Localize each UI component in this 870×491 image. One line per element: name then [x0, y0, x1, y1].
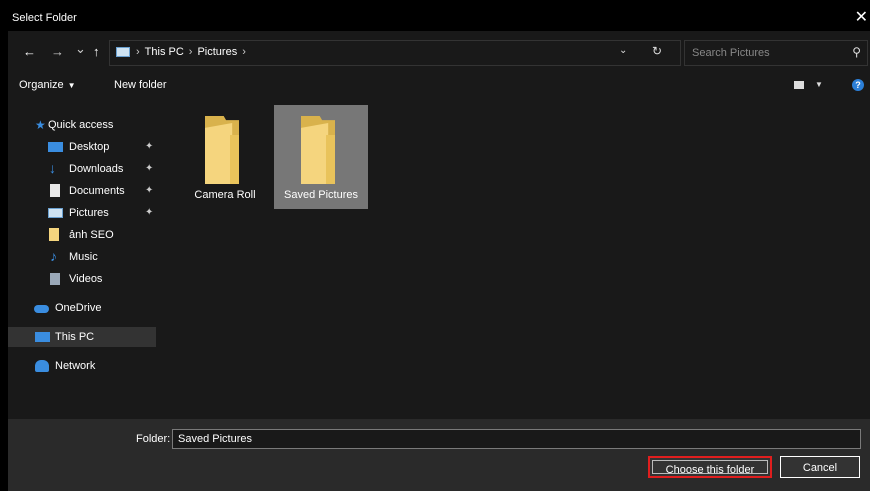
sidebar-item-label: Network — [55, 360, 96, 372]
folder-tile-saved-pictures[interactable]: Saved Pictures — [274, 105, 368, 209]
sidebar-item-desktop[interactable]: Desktop ✦ — [8, 137, 156, 157]
document-icon — [50, 184, 60, 197]
sidebar-item-label: Quick access — [48, 119, 114, 131]
breadcrumb-separator[interactable]: › — [242, 46, 246, 58]
pictures-location-icon — [116, 47, 130, 57]
star-icon: ★ — [35, 118, 46, 132]
sidebar-item-label: Desktop — [69, 141, 110, 153]
breadcrumb-separator[interactable]: › — [189, 46, 193, 58]
view-options-icon[interactable] — [794, 81, 804, 89]
sidebar-item-network[interactable]: Network — [8, 356, 156, 376]
refresh-icon[interactable]: ↻ — [652, 44, 662, 58]
view-options-caret-icon[interactable]: ▼ — [815, 80, 823, 89]
help-icon[interactable]: ? — [852, 79, 864, 91]
organize-menu-button[interactable]: Organize ▼ — [19, 79, 76, 91]
breadcrumb: › This PC › Pictures › — [136, 46, 251, 58]
sidebar-item-this-pc[interactable]: This PC — [8, 327, 156, 347]
folder-name: Camera Roll — [194, 189, 256, 201]
organize-label: Organize — [19, 79, 64, 91]
up-arrow-icon[interactable]: ↑ — [93, 44, 100, 60]
choose-this-folder-label: Choose this folder — [652, 460, 768, 476]
new-folder-button[interactable]: New folder — [114, 79, 167, 91]
sidebar-item-label: ảnh SEO — [69, 229, 114, 241]
close-icon[interactable]: ✕ — [855, 9, 868, 27]
caret-down-icon: ▼ — [67, 81, 76, 90]
pin-icon[interactable]: ✦ — [145, 141, 153, 152]
computer-icon — [35, 332, 50, 342]
breadcrumb-pictures[interactable]: Pictures — [197, 46, 237, 58]
sidebar-item-videos[interactable]: Videos — [8, 269, 156, 289]
sidebar-item-label: Music — [69, 251, 98, 263]
video-icon — [50, 273, 60, 285]
sidebar-item-label: Documents — [69, 185, 125, 197]
desktop-icon — [48, 142, 63, 152]
music-note-icon: ♪ — [50, 248, 57, 264]
dialog-footer: Folder: Choose this folder Cancel — [8, 419, 870, 491]
choose-this-folder-button[interactable]: Choose this folder — [648, 456, 772, 478]
sidebar-item-quick-access[interactable]: ★ Quick access — [8, 115, 156, 135]
folder-icon — [49, 228, 59, 241]
select-folder-dialog: Select Folder ✕ ← → ⌄ ↑ › This PC › Picture… — [8, 7, 870, 491]
pin-icon[interactable]: ✦ — [145, 185, 153, 196]
back-arrow-icon[interactable]: ← — [23, 44, 36, 60]
search-box[interactable]: Search Pictures ⚲ — [684, 40, 868, 66]
sidebar-item-label: This PC — [55, 331, 95, 343]
navigation-pane: ★ Quick access Desktop ✦ ↓ Downloads ✦ D… — [8, 105, 158, 419]
recent-locations-chevron-icon[interactable]: ⌄ — [75, 41, 86, 57]
breadcrumb-separator: › — [136, 46, 140, 58]
folder-icon-front — [301, 123, 329, 184]
sidebar-item-label: Videos — [69, 273, 103, 285]
sidebar-item-label: OneDrive — [55, 302, 102, 314]
folder-field-label: Folder: — [136, 433, 171, 445]
forward-arrow-icon[interactable]: → — [51, 44, 64, 60]
sidebar-item-downloads[interactable]: ↓ Downloads ✦ — [8, 159, 156, 179]
search-icon[interactable]: ⚲ — [852, 45, 861, 59]
sidebar-item-pictures[interactable]: Pictures ✦ — [8, 203, 156, 223]
sidebar-item-label: Pictures — [69, 207, 109, 219]
navigation-bar: ← → ⌄ ↑ › This PC › Pictures › ⌄ ↻ Search Pi… — [8, 39, 870, 67]
folder-name-input[interactable] — [172, 429, 861, 449]
folder-contents: Camera Roll Saved Pictures — [166, 99, 870, 419]
pictures-icon — [48, 208, 63, 218]
address-dropdown-chevron-icon[interactable]: ⌄ — [619, 45, 627, 56]
folder-name: Saved Pictures — [284, 189, 358, 201]
sidebar-item-label: Downloads — [69, 163, 124, 175]
folder-tile-camera-roll[interactable]: Camera Roll — [178, 105, 272, 209]
window-title: Select Folder — [12, 12, 77, 24]
address-bar[interactable]: › This PC › Pictures › ⌄ ↻ — [109, 40, 681, 66]
title-bar: Select Folder ✕ — [8, 7, 870, 31]
sidebar-item-onedrive[interactable]: OneDrive — [8, 298, 156, 318]
pin-icon[interactable]: ✦ — [145, 207, 153, 218]
folder-icon-side — [230, 135, 239, 184]
sidebar-item-music[interactable]: ♪ Music — [8, 247, 156, 267]
command-toolbar: Organize ▼ New folder ▼ ? — [8, 69, 870, 99]
cloud-icon — [34, 305, 49, 313]
sidebar-item-documents[interactable]: Documents ✦ — [8, 181, 156, 201]
cancel-button[interactable]: Cancel — [780, 456, 860, 478]
download-arrow-icon: ↓ — [49, 160, 56, 176]
pin-icon[interactable]: ✦ — [145, 163, 153, 174]
search-input[interactable]: Search Pictures — [692, 47, 770, 59]
folder-icon-front — [205, 123, 233, 184]
network-icon — [35, 360, 49, 372]
breadcrumb-this-pc[interactable]: This PC — [145, 46, 184, 58]
folder-icon-side — [326, 135, 335, 184]
sidebar-item-anh-seo[interactable]: ảnh SEO — [8, 225, 156, 245]
